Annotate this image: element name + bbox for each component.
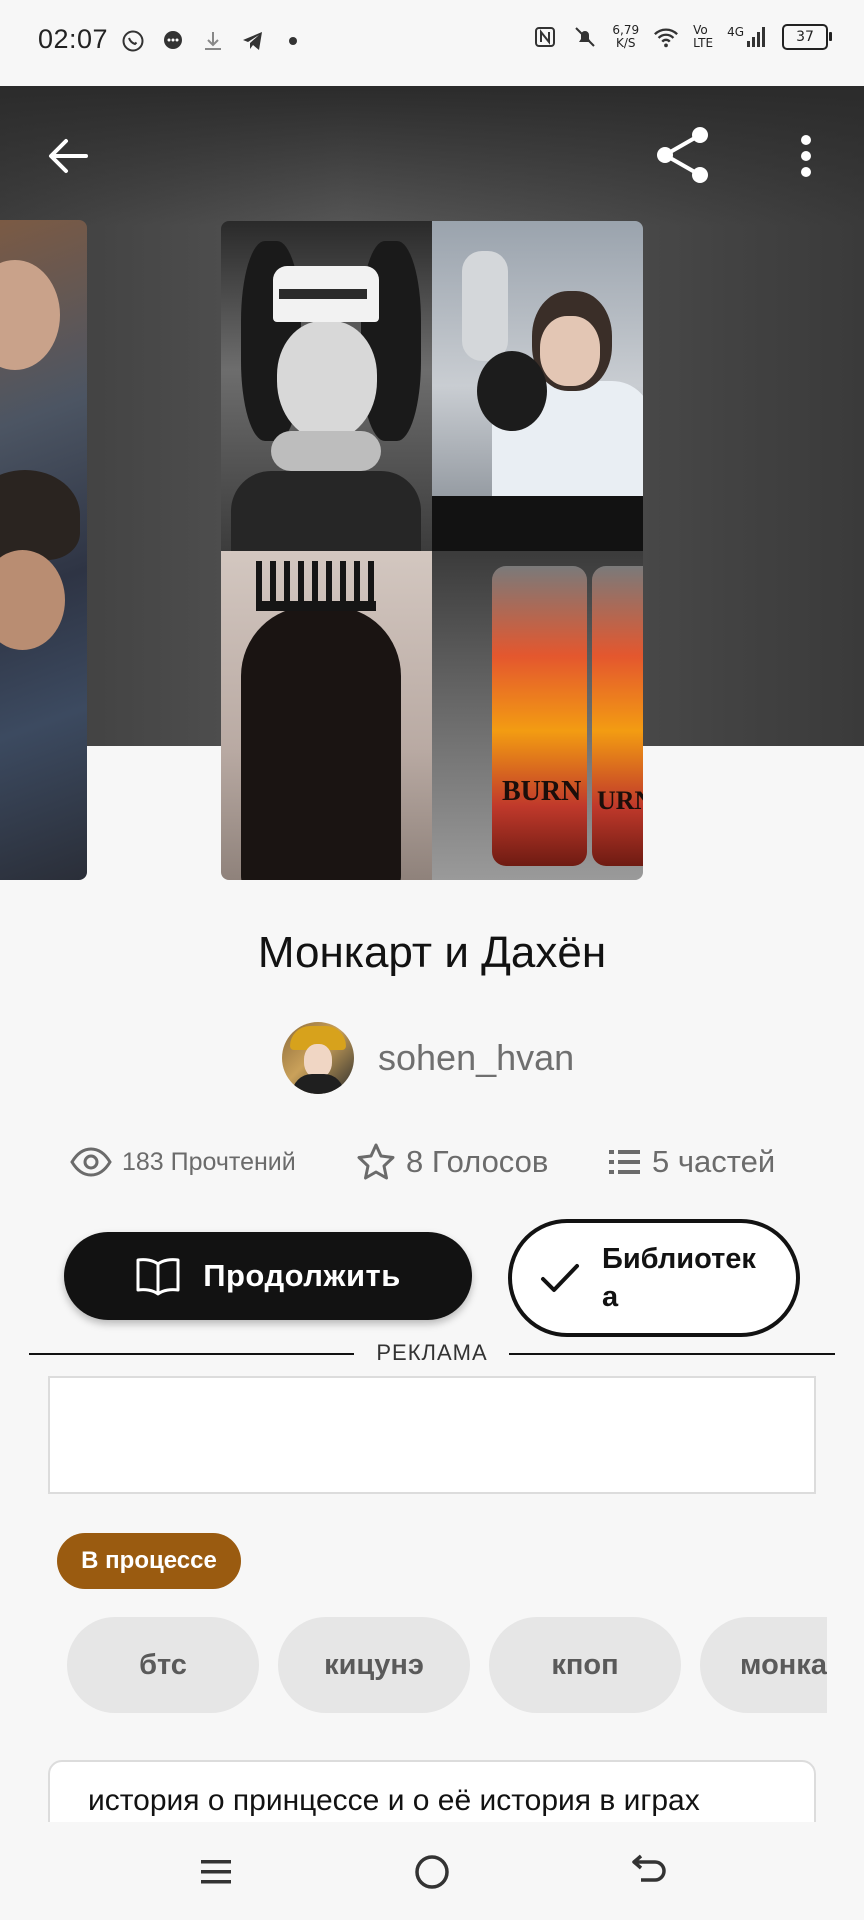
author-name[interactable]: sohen_hvan [378, 1037, 574, 1079]
ad-divider-right [509, 1353, 835, 1355]
more-vertical-icon [801, 135, 811, 177]
system-back-button[interactable] [618, 1842, 678, 1902]
author-link[interactable]: sohen_hvan [282, 1020, 574, 1096]
tag-chip[interactable]: кицунэ [278, 1617, 470, 1713]
cover-art [462, 251, 508, 361]
network-speed: 6,79 K/S [612, 23, 640, 50]
chat-bubble-icon [160, 28, 186, 54]
previous-cover-thumbnail[interactable] [0, 220, 87, 880]
cover-art [279, 289, 367, 299]
cover-art [231, 471, 421, 551]
book-open-icon [136, 1258, 180, 1296]
story-description: история о принцессе и о её история в игр… [88, 1784, 700, 1817]
cover-art [0, 470, 80, 560]
wifi-icon [653, 24, 679, 50]
story-stats: 183 Прочтений 8 Голосов 5 частей [70, 1134, 810, 1190]
book-title: Монкарт и Дахён [257, 928, 607, 977]
back-arrow-icon [632, 1854, 666, 1882]
list-icon [609, 1150, 640, 1174]
share-icon [657, 127, 708, 183]
dot-icon [280, 28, 306, 54]
avatar-art [304, 1044, 332, 1078]
cover-art [256, 561, 376, 606]
continue-reading-button[interactable]: Продолжить [64, 1232, 472, 1320]
back-button[interactable] [40, 128, 96, 184]
continue-label: Продолжить [203, 1258, 401, 1293]
cover-art [241, 606, 401, 880]
votes-count: 8 Голосов [406, 1144, 549, 1179]
volte-indicator: Vo LTE [693, 23, 714, 50]
cover-art [256, 601, 376, 611]
telegram-icon [240, 28, 266, 54]
home-button[interactable] [402, 1842, 462, 1902]
can-label: URN [597, 786, 643, 815]
menu-icon [201, 1860, 231, 1884]
signal-bars-icon [747, 27, 765, 47]
tag-chip[interactable]: бтс [67, 1617, 259, 1713]
library-button[interactable]: Библиотека [508, 1219, 800, 1337]
author-avatar[interactable] [282, 1022, 354, 1094]
status-bar: 02:07 6,79 K/S Vo LTE 4G 37 [0, 0, 864, 86]
battery-indicator: 37 [782, 24, 832, 50]
share-button[interactable] [648, 120, 718, 190]
cover-art [492, 566, 587, 866]
cover-art [0, 550, 65, 650]
tag-list: бтс кицунэ кпоп монка [67, 1617, 827, 1713]
ad-banner[interactable] [48, 1376, 816, 1494]
circle-icon [415, 1855, 449, 1889]
signal-indicator: 4G [727, 26, 768, 48]
status-time: 02:07 [38, 24, 109, 54]
system-nav-bar [0, 1822, 864, 1920]
cover-tile-portrait [221, 221, 432, 551]
more-options-button[interactable] [786, 124, 826, 188]
cover-art [540, 316, 600, 386]
cover-art [477, 351, 547, 431]
arrow-left-icon [49, 139, 88, 173]
cover-art [277, 321, 377, 441]
nfc-icon [532, 24, 558, 50]
avatar-art [292, 1074, 344, 1094]
cover-tile-cans: BURN URN [432, 551, 643, 880]
download-icon [200, 28, 226, 54]
reads-stat: 183 Прочтений [70, 1147, 296, 1177]
status-badge: В процессе [57, 1533, 241, 1589]
book-cover[interactable]: BURN URN [221, 221, 643, 880]
bell-muted-icon [572, 24, 598, 50]
parts-stat: 5 частей [608, 1144, 775, 1180]
can-label: BURN [502, 776, 582, 807]
whatsapp-icon [120, 28, 146, 54]
checkmark-icon [541, 1264, 579, 1292]
recent-apps-button[interactable] [186, 1842, 246, 1902]
star-icon [357, 1143, 395, 1180]
cover-art [592, 566, 643, 866]
reads-count: 183 Прочтений [122, 1147, 296, 1176]
cover-tile-studio [432, 221, 643, 551]
cover-art [0, 260, 60, 370]
tag-chip[interactable]: кпоп [489, 1617, 681, 1713]
cover-art [271, 431, 381, 471]
header-shade [0, 86, 864, 226]
cover-art [432, 496, 643, 551]
parts-count: 5 частей [652, 1144, 776, 1179]
cover-tile-crown [221, 551, 432, 880]
tag-chip[interactable]: монка [700, 1617, 827, 1713]
votes-stat: 8 Голосов [356, 1142, 548, 1182]
notification-icons [120, 28, 306, 54]
library-label: Библиотека [602, 1243, 756, 1313]
eye-icon [70, 1147, 112, 1177]
system-indicators: 6,79 K/S Vo LTE 4G 37 [532, 23, 832, 50]
